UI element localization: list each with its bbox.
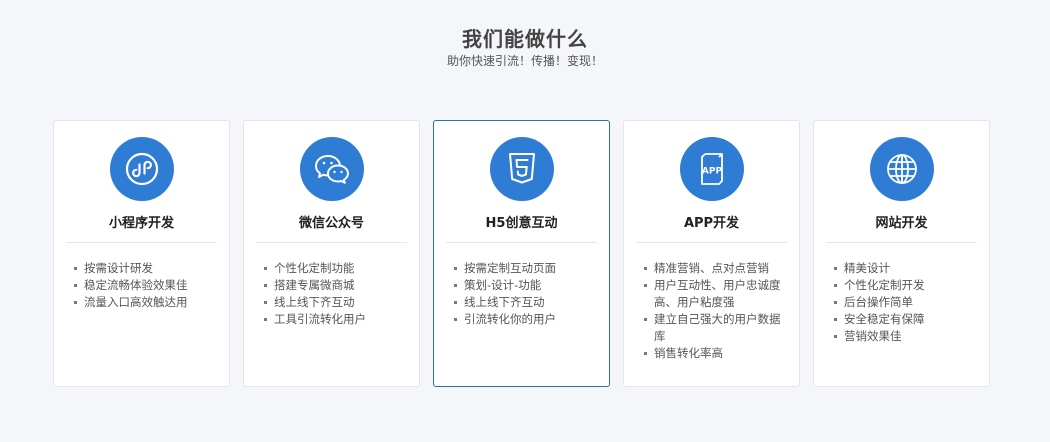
card-title: APP开发 [683,216,740,231]
service-card-website[interactable]: 网站开发 精美设计 个性化定制开发 后台操作简单 安全稳定有保障 营销效果佳 [813,120,990,387]
mini-program-icon [109,137,174,201]
card-divider [826,242,977,243]
feature-item: 安全稳定有保障 [834,311,977,328]
card-divider [636,242,787,243]
feature-item: 按需设计研发 [74,260,217,277]
feature-item: 精准营销、点对点营销 [644,260,787,277]
feature-item: 个性化定制功能 [264,260,407,277]
feature-item: 用户互动性、用户忠诚度高、用户粘度强 [644,277,787,311]
feature-item: 引流转化你的用户 [454,311,597,328]
card-title: H5创意互动 [485,216,558,231]
feature-list: 按需设计研发 稳定流畅体验效果佳 流量入口高效触达用 [66,260,217,311]
feature-item: 精美设计 [834,260,977,277]
feature-item: 流量入口高效触达用 [74,294,217,311]
feature-list: 精准营销、点对点营销 用户互动性、用户忠诚度高、用户粘度强 建立自己强大的用户数… [636,260,787,362]
feature-item: 销售转化率高 [644,345,787,362]
card-title: 网站开发 [875,216,928,231]
section-title: 我们能做什么 [462,27,588,51]
section-header: 我们能做什么 助你快速引流！传播！变现！ [0,0,1050,69]
feature-item: 稳定流畅体验效果佳 [74,277,217,294]
app-icon: APP [679,137,744,201]
feature-item: 搭建专属微商城 [264,277,407,294]
service-card-wechat[interactable]: 微信公众号 个性化定制功能 搭建专属微商城 线上线下齐互动 工具引流转化用户 [243,120,420,387]
service-card-h5[interactable]: H5创意互动 按需定制互动页面 策划-设计-功能 线上线下齐互动 引流转化你的用… [433,120,610,387]
feature-item: 线上线下齐互动 [454,294,597,311]
feature-item: 策划-设计-功能 [454,277,597,294]
card-divider [446,242,597,243]
service-card-mini-program[interactable]: 小程序开发 按需设计研发 稳定流畅体验效果佳 流量入口高效触达用 [53,120,230,387]
feature-item: 营销效果佳 [834,328,977,345]
feature-item: 建立自己强大的用户数据库 [644,311,787,345]
card-title: 小程序开发 [108,216,174,231]
card-divider [66,242,217,243]
feature-item: 个性化定制开发 [834,277,977,294]
card-title: 微信公众号 [298,216,364,231]
feature-list: 按需定制互动页面 策划-设计-功能 线上线下齐互动 引流转化你的用户 [446,260,597,328]
section-subtitle: 助你快速引流！传播！变现！ [446,54,603,68]
feature-list: 个性化定制功能 搭建专属微商城 线上线下齐互动 工具引流转化用户 [256,260,407,328]
service-card-app[interactable]: APP APP开发 精准营销、点对点营销 用户互动性、用户忠诚度高、用户粘度强 … [623,120,800,387]
feature-item: 后台操作简单 [834,294,977,311]
feature-item: 线上线下齐互动 [264,294,407,311]
html5-icon [489,137,554,201]
wechat-icon [299,137,364,201]
service-cards: 小程序开发 按需设计研发 稳定流畅体验效果佳 流量入口高效触达用 微信公众号 个… [53,120,990,387]
feature-item: 工具引流转化用户 [264,311,407,328]
card-divider [256,242,407,243]
feature-item: 按需定制互动页面 [454,260,597,277]
feature-list: 精美设计 个性化定制开发 后台操作简单 安全稳定有保障 营销效果佳 [826,260,977,345]
globe-icon [869,137,934,201]
svg-text:APP: APP [701,167,722,177]
